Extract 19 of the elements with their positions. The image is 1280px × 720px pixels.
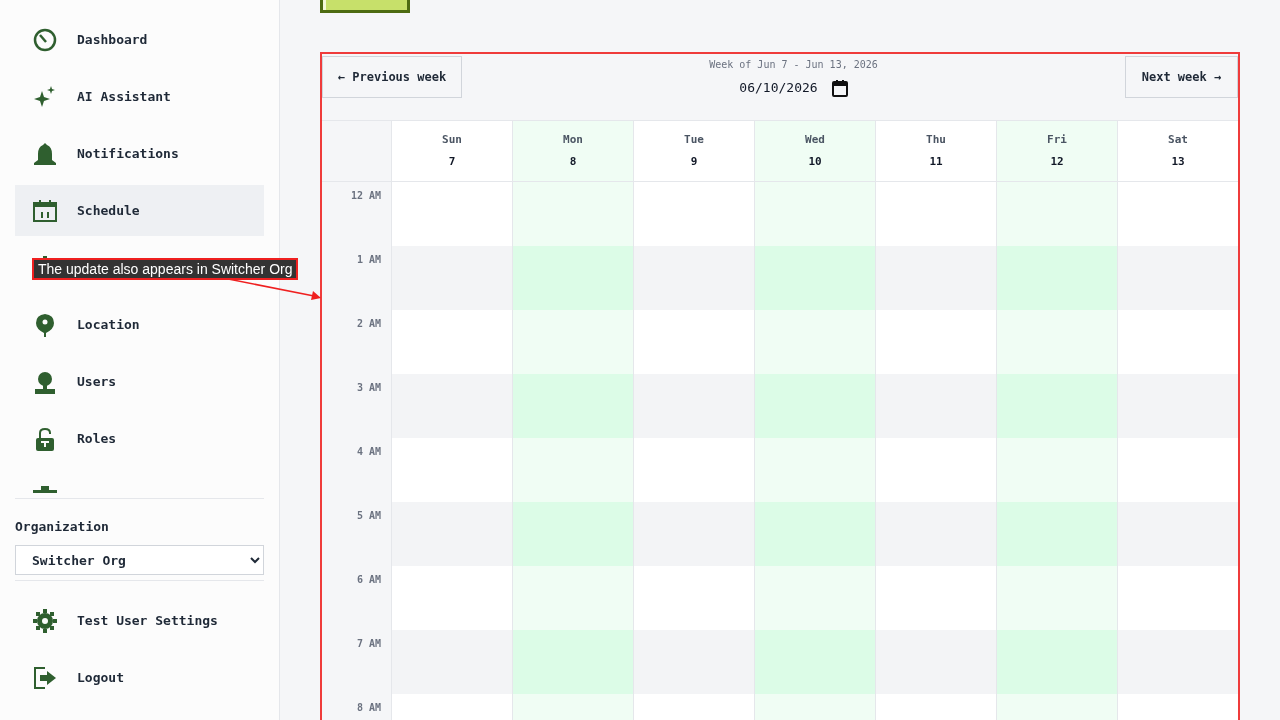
day-header: Mon 8 (512, 121, 633, 181)
hour-label: 5 AM (356, 509, 381, 521)
hour-label: 1 AM (356, 253, 381, 265)
hour-label: 8 AM (356, 701, 381, 713)
annotation-label: The update also appears in Switcher Org (32, 258, 299, 280)
day-header: Sun 7 (391, 121, 512, 181)
hour-label: 4 AM (356, 445, 381, 457)
day-header: Fri 12 (996, 121, 1117, 181)
day-header: Wed 10 (754, 121, 875, 181)
hour-label: 2 AM (356, 317, 381, 329)
hour-label: 3 AM (356, 381, 381, 393)
hour-label: 7 AM (356, 637, 381, 649)
organization-label: Organization (15, 518, 110, 535)
week-label: Week of Jun 7 - Jun 13, 2026 (709, 58, 878, 72)
day-header: Tue 9 (633, 121, 754, 181)
hour-label: 12 AM (350, 189, 381, 201)
day-header: Sat 13 (1117, 121, 1238, 181)
hour-label: 6 AM (356, 573, 381, 585)
day-header: Thu 11 (875, 121, 996, 181)
